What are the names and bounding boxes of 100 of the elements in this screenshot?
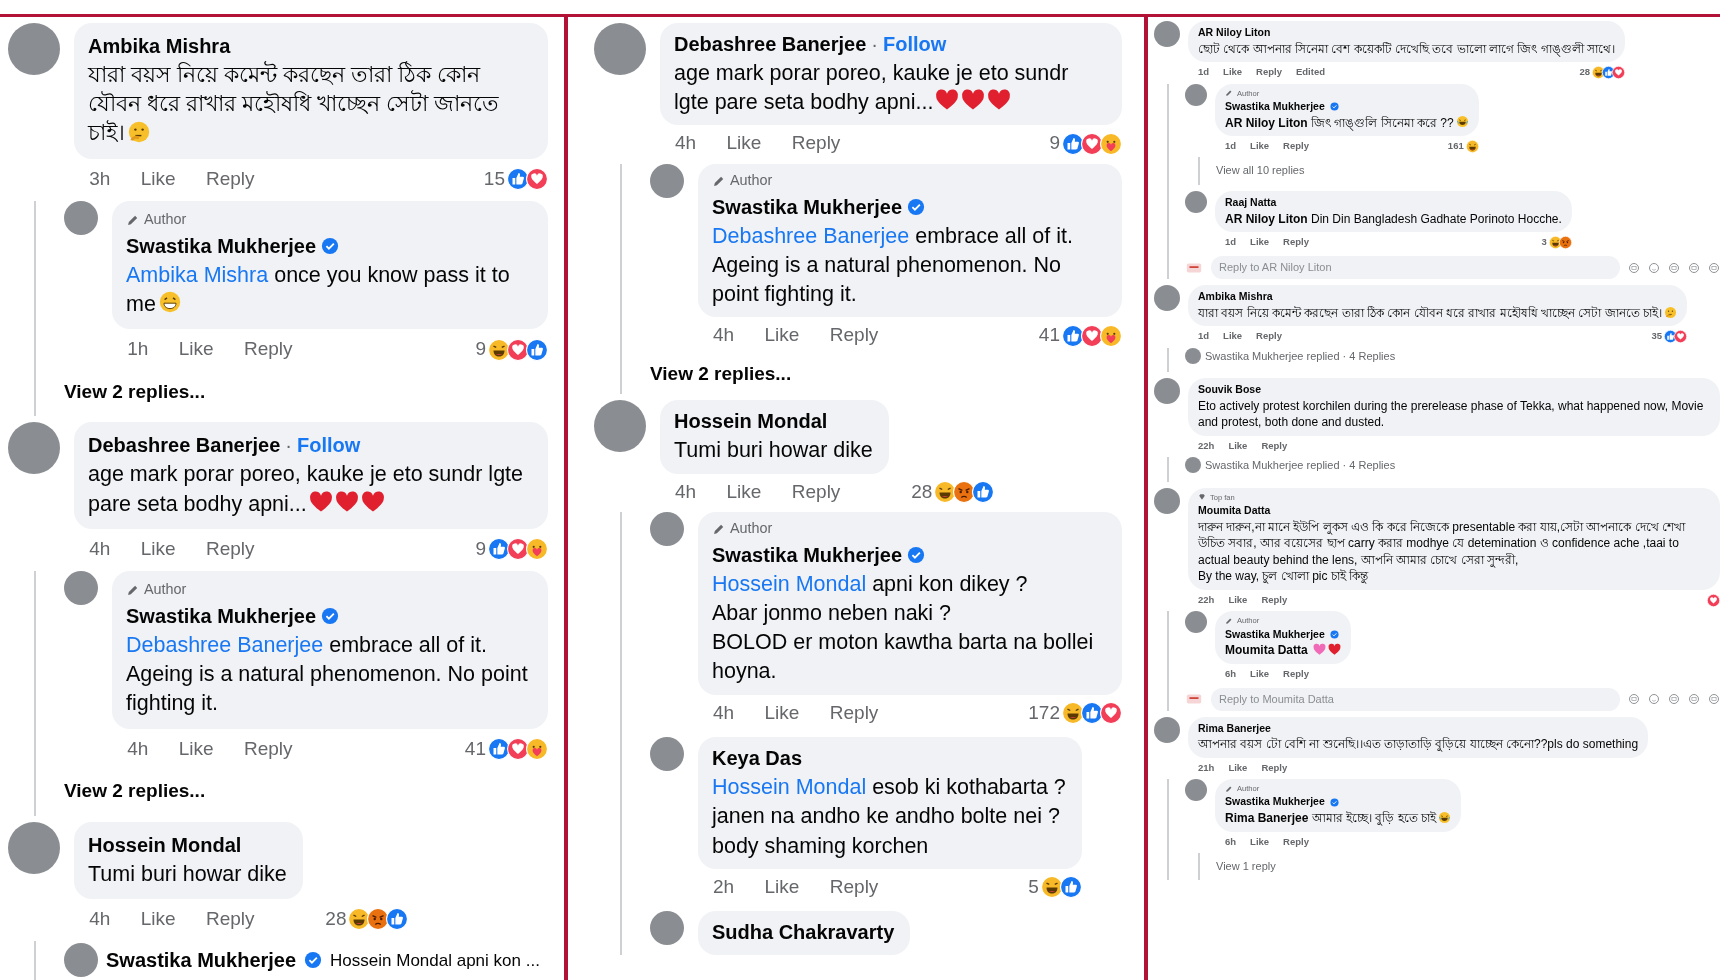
reply-link[interactable]: Reply: [829, 872, 879, 902]
avatar[interactable]: [650, 512, 684, 546]
reply-link[interactable]: Reply: [829, 321, 879, 350]
reply-link[interactable]: Reply: [1283, 139, 1309, 154]
avatar[interactable]: [1185, 190, 1207, 213]
author-name[interactable]: Ambika Mishra: [1198, 289, 1273, 305]
author-name[interactable]: Debashree Banerjee: [88, 430, 281, 461]
author-name[interactable]: Ambika Mishra: [88, 31, 231, 61]
replies-summary-link[interactable]: Swastika Mukherjee replied · 4 Replies: [1205, 347, 1396, 365]
avatar[interactable]: [650, 163, 684, 198]
author-name[interactable]: Swastika Mukherjee: [712, 191, 903, 222]
mention-link[interactable]: Ambika Mishra: [126, 262, 269, 287]
like-link[interactable]: Like: [140, 904, 176, 934]
reply-link[interactable]: Reply: [205, 534, 255, 564]
author-name[interactable]: Swastika Mukherjee: [126, 230, 317, 261]
reply-link[interactable]: Reply: [1256, 329, 1282, 344]
like-link[interactable]: Like: [140, 164, 176, 194]
like-link[interactable]: Like: [726, 477, 762, 506]
reply-link[interactable]: Reply: [829, 698, 879, 728]
avatar[interactable]: [1154, 285, 1180, 311]
author-name[interactable]: Swastika Mukherjee: [106, 945, 297, 976]
like-link[interactable]: Like: [1223, 65, 1243, 80]
reply-link[interactable]: Reply: [205, 164, 255, 194]
like-link[interactable]: Like: [140, 534, 176, 564]
avatar[interactable]: [64, 571, 98, 606]
author-name[interactable]: Hossein Mondal: [88, 829, 242, 860]
like-link[interactable]: Like: [1250, 235, 1270, 250]
author-name[interactable]: Swastika Mukherjee: [1225, 98, 1325, 115]
like-link[interactable]: Like: [1223, 329, 1243, 344]
like-link[interactable]: Like: [1228, 438, 1248, 454]
reply-link[interactable]: Reply: [1261, 760, 1288, 776]
reply-link[interactable]: Reply: [1283, 235, 1309, 250]
avatar[interactable]: [1185, 611, 1207, 634]
avatar[interactable]: [650, 911, 684, 946]
like-link[interactable]: Like: [178, 734, 214, 764]
reply-link[interactable]: Reply: [205, 904, 255, 934]
like-link[interactable]: Like: [1250, 834, 1270, 849]
avatar[interactable]: [8, 821, 60, 874]
avatar[interactable]: [594, 23, 646, 75]
like-link[interactable]: Like: [178, 335, 214, 364]
reply-field[interactable]: Reply to AR Niloy Liton: [1211, 256, 1620, 279]
view-replies-link[interactable]: View all 10 replies: [1216, 162, 1305, 185]
like-link[interactable]: Like: [764, 321, 800, 350]
author-name[interactable]: Sudha Chakravarty: [712, 917, 895, 948]
author-name[interactable]: Raaj Natta: [1225, 194, 1277, 211]
mention-link[interactable]: AR Niloy Liton: [1225, 211, 1308, 226]
author-name[interactable]: Swastika Mukherjee: [1225, 626, 1325, 643]
avatar[interactable]: [1154, 487, 1180, 514]
follow-link[interactable]: Follow: [883, 29, 947, 59]
follow-link[interactable]: Follow: [297, 430, 361, 461]
author-name[interactable]: Swastika Mukherjee: [126, 600, 317, 631]
author-name[interactable]: Hossein Mondal: [674, 406, 828, 437]
mention-link[interactable]: Rima Banerjee: [1225, 811, 1309, 826]
author-name[interactable]: Keya Das: [712, 743, 803, 774]
reply-link[interactable]: Reply: [791, 477, 841, 506]
mention-link[interactable]: Hossein Mondal: [712, 571, 867, 596]
like-link[interactable]: Like: [764, 698, 800, 728]
like-link[interactable]: Like: [1250, 139, 1270, 154]
reply-link[interactable]: Reply: [1261, 438, 1288, 454]
reply-field[interactable]: Reply to Moumita Datta: [1211, 688, 1620, 711]
author-name[interactable]: AR Niloy Liton: [1198, 25, 1271, 41]
replies-summary-link[interactable]: Swastika Mukherjee replied · 4 Replies: [1205, 457, 1396, 474]
like-link[interactable]: Like: [726, 129, 762, 158]
reply-link[interactable]: Reply: [243, 335, 293, 364]
author-name[interactable]: Swastika Mukherjee: [1225, 794, 1325, 811]
avatar[interactable]: [8, 23, 60, 75]
reply-link[interactable]: Reply: [1283, 834, 1309, 849]
like-link[interactable]: Like: [764, 872, 800, 902]
avatar[interactable]: [1185, 83, 1207, 106]
reply-link[interactable]: Reply: [1283, 666, 1309, 682]
like-link[interactable]: Like: [1250, 666, 1270, 682]
reply-preview[interactable]: Hossein Mondal apni kon ...: [330, 947, 540, 974]
mention-link[interactable]: Debashree Banerjee: [712, 223, 910, 248]
avatar[interactable]: [8, 422, 60, 475]
author-name[interactable]: Swastika Mukherjee: [712, 539, 903, 570]
like-link[interactable]: Like: [1228, 592, 1248, 608]
view-replies-link[interactable]: View 1 reply: [1216, 858, 1276, 881]
mention-link[interactable]: Hossein Mondal: [712, 775, 867, 800]
reply-link[interactable]: Reply: [243, 734, 293, 764]
author-name[interactable]: Moumita Datta: [1198, 502, 1271, 519]
mention-link[interactable]: AR Niloy Liton: [1225, 115, 1308, 130]
author-name[interactable]: Souvik Bose: [1198, 382, 1262, 398]
view-replies-link[interactable]: View 2 replies...: [650, 359, 792, 395]
mention-link[interactable]: Moumita Datta: [1225, 643, 1308, 658]
author-name[interactable]: Rima Banerjee: [1198, 720, 1271, 737]
view-replies-link[interactable]: View 2 replies...: [64, 775, 206, 816]
avatar[interactable]: [1154, 21, 1180, 47]
reply-link[interactable]: Reply: [1256, 65, 1282, 80]
reply-link[interactable]: Reply: [1261, 592, 1288, 608]
reply-link[interactable]: Reply: [791, 129, 841, 158]
avatar[interactable]: [1154, 716, 1180, 743]
author-name[interactable]: Debashree Banerjee: [674, 29, 867, 59]
avatar[interactable]: [64, 943, 98, 978]
avatar[interactable]: [1185, 779, 1207, 802]
like-link[interactable]: Like: [1228, 760, 1248, 776]
view-replies-link[interactable]: View 2 replies...: [64, 375, 206, 417]
avatar[interactable]: [650, 737, 684, 772]
avatar[interactable]: [1154, 378, 1180, 405]
mention-link[interactable]: Debashree Banerjee: [126, 632, 324, 657]
avatar[interactable]: [64, 201, 98, 236]
